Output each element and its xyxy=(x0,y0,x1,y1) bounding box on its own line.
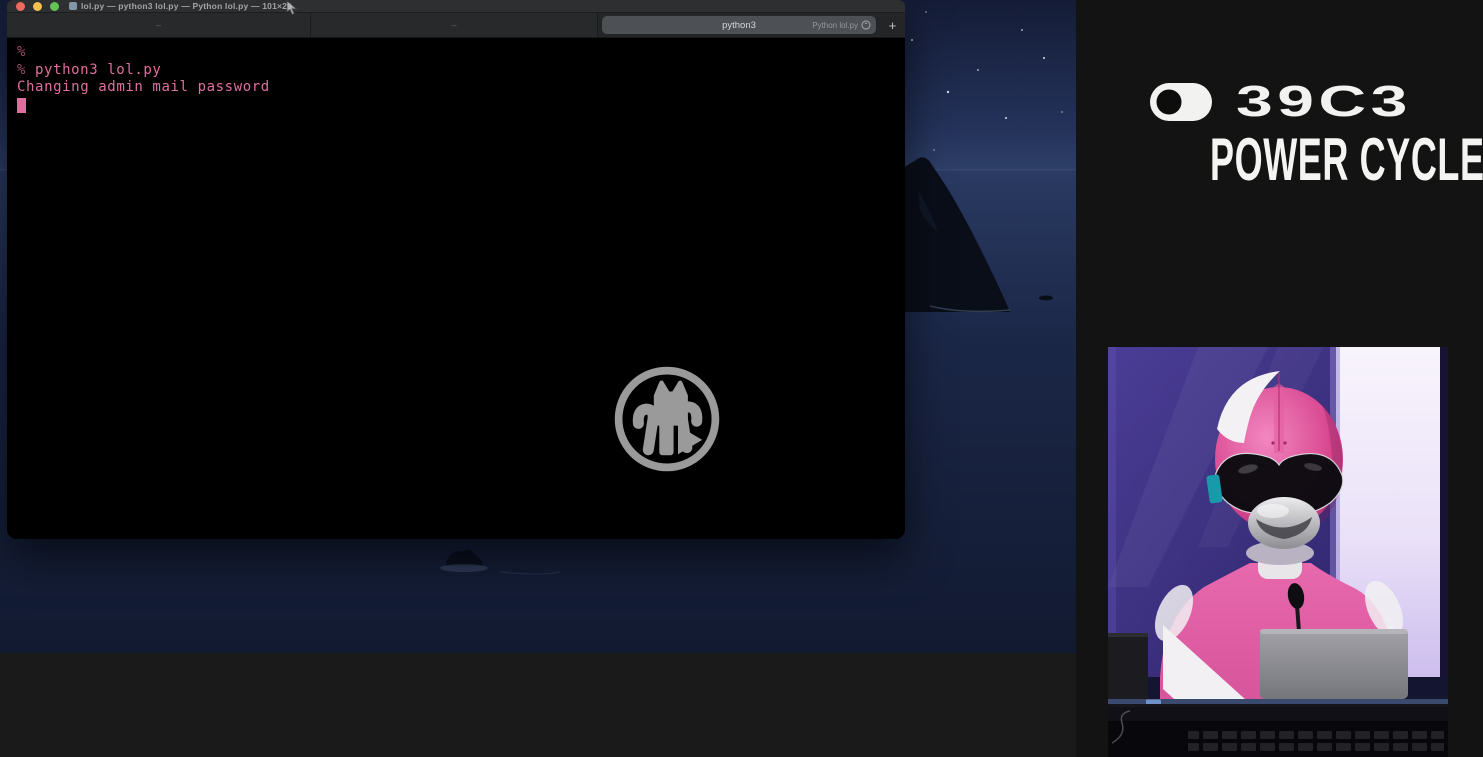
letterbox-bottom xyxy=(0,653,1076,757)
document-proxy-icon xyxy=(69,2,77,10)
active-tab-label: python3 xyxy=(722,20,756,31)
media-ccc-cat-play-logo-icon xyxy=(612,364,722,474)
desktop-screenshare: lol.py — python3 lol.py — Python lol.py … xyxy=(0,0,1076,653)
terminal-line: %python3 lol.py xyxy=(17,62,905,80)
terminal-screen[interactable]: % %python3 lol.py Changing admin mail pa… xyxy=(7,39,905,539)
mouse-pointer-icon xyxy=(286,0,298,16)
tab-2-label: – xyxy=(451,20,456,30)
event-title: POWER CYCLES xyxy=(1210,132,1402,188)
stream-frame: lol.py — python3 lol.py — Python lol.py … xyxy=(0,0,1483,757)
terminal-tab-active[interactable]: python3 Python lol.py xyxy=(602,16,876,34)
speaker-pink-ranger-illustration xyxy=(1108,347,1448,757)
window-title: lol.py — python3 lol.py — Python lol.py … xyxy=(81,0,292,13)
zoom-button[interactable] xyxy=(50,2,59,11)
speaker-webcam xyxy=(1108,347,1448,757)
event-logo: 39C3 xyxy=(1150,80,1462,124)
terminal-cursor-line xyxy=(17,97,905,115)
terminal-tab-2[interactable]: – xyxy=(311,13,598,37)
power-toggle-icon xyxy=(1150,83,1212,121)
event-code: 39C3 xyxy=(1236,82,1412,122)
close-button[interactable] xyxy=(16,2,25,11)
terminal-window: lol.py — python3 lol.py — Python lol.py … xyxy=(7,0,905,539)
active-tab-process: Python lol.py xyxy=(812,21,858,30)
terminal-line: Changing admin mail password xyxy=(17,79,905,97)
minimize-button[interactable] xyxy=(33,2,42,11)
new-tab-button[interactable]: + xyxy=(880,13,905,37)
new-tab-label: + xyxy=(889,18,897,33)
activity-spinner-icon xyxy=(861,20,871,30)
tab-1-label: – xyxy=(156,20,161,30)
desk xyxy=(1108,699,1448,757)
keyboard xyxy=(1188,727,1444,755)
terminal-tabbar: – – python3 Python lol.py xyxy=(7,13,905,38)
text-cursor xyxy=(17,98,26,113)
terminal-titlebar[interactable]: lol.py — python3 lol.py — Python lol.py … xyxy=(7,0,905,13)
terminal-tab-1[interactable]: – xyxy=(7,13,311,37)
terminal-line: % xyxy=(17,44,905,62)
